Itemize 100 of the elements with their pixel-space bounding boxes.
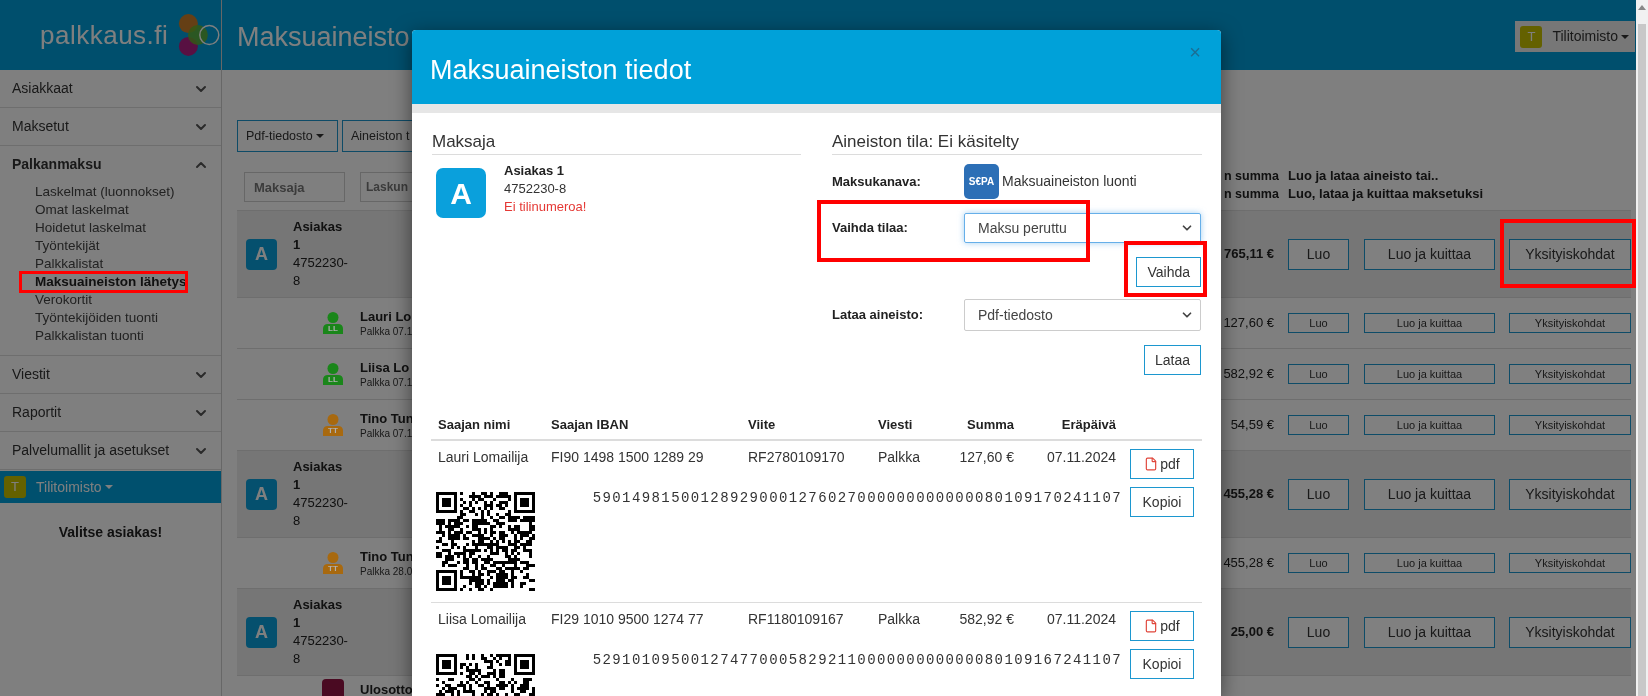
column-header: Saajan nimi (438, 417, 511, 433)
status-select[interactable]: Maksu peruttu (964, 213, 1201, 243)
action-button[interactable]: Yksityiskohdat (1509, 553, 1631, 573)
payment-detail: Palkka 07.1 (360, 324, 412, 339)
column-header: n summa (1224, 186, 1279, 203)
person-icon (323, 363, 343, 385)
action-button[interactable]: Luo (1288, 313, 1349, 333)
action-button[interactable]: Luo (1288, 553, 1349, 573)
sidebar-section[interactable]: Viestit (0, 356, 221, 393)
account-menu-button[interactable]: Tilitoimisto (1552, 26, 1629, 47)
action-button[interactable]: Luo ja kuittaa (1364, 553, 1495, 573)
table-cell: 127,60 € (959, 449, 1014, 465)
account-menu-button[interactable]: Tilitoimisto (36, 476, 113, 498)
payer-name: Asiakas 1 (504, 162, 565, 180)
caret-icon (1621, 34, 1629, 39)
column-header: Saajan IBAN (551, 417, 629, 433)
table-cell: FI90 1498 1500 1289 29 (551, 449, 704, 465)
amount-text: 765,11 € (1223, 245, 1274, 264)
initials: TT (327, 564, 339, 573)
sidebar-section[interactable]: Raportit (0, 394, 221, 431)
logo-text: palkkaus.fi (40, 18, 169, 52)
sidebar-section[interactable]: Asiakkaat (0, 70, 221, 107)
format-select[interactable]: Pdf-tiedosto (964, 299, 1201, 331)
filter-field[interactable]: Maksaja (244, 172, 345, 202)
barcode-number: 590149815001289290001276027000000000000080109170241107 (592, 490, 1122, 506)
sidebar-link[interactable]: Hoidetut laskelmat (35, 219, 221, 237)
action-button[interactable]: Yksityiskohdat (1509, 478, 1631, 510)
action-button[interactable]: Yksityiskohdat (1509, 238, 1631, 270)
initials: LL (327, 324, 339, 333)
customer-id: 4752230-8 (293, 494, 349, 530)
action-button[interactable]: Luo (1288, 364, 1349, 384)
customer-name: Asiakas 1 (293, 458, 344, 494)
employee-name: Lauri Lo (360, 307, 412, 325)
channel-value: Maksuaineiston luonti (1002, 172, 1137, 191)
customer-id: 4752230-8 (293, 254, 349, 290)
pdf-button[interactable]: pdf (1130, 449, 1194, 479)
action-button[interactable]: Luo ja kuittaa (1364, 478, 1495, 510)
action-button[interactable]: Luo ja kuittaa (1364, 364, 1495, 384)
amount-text: 455,28 € (1222, 554, 1274, 573)
sidebar-section[interactable]: Palvelumallit ja asetukset (0, 432, 221, 469)
employee-name: Liisa Lo (360, 358, 411, 376)
sidebar-link[interactable]: Laskelmat (luonnokset) (35, 183, 221, 201)
column-header: n summa (1224, 168, 1279, 185)
sidebar-link[interactable]: Verokortit (35, 291, 221, 309)
table-cell: Lauri Lomailija (438, 449, 529, 465)
sidebar-link[interactable]: Työntekijöiden tuonti (35, 309, 221, 327)
scrollbar-thumb[interactable] (1638, 24, 1646, 696)
table-cell: 07.11.2024 (1046, 611, 1116, 627)
sepa-logo: S€PA (964, 164, 999, 199)
table-cell: RF2780109170 (748, 449, 845, 465)
barcode-number: 529101095001274770005829211000000000000080109167241107 (592, 652, 1122, 668)
sidebar-link[interactable]: Palkkalistan tuonti (35, 327, 221, 345)
table-cell: FI29 1010 9500 1274 77 (551, 611, 704, 627)
action-button[interactable]: Luo (1288, 415, 1349, 435)
action-button[interactable]: Luo (1288, 478, 1349, 510)
action-button[interactable]: Luo ja kuittaa (1364, 415, 1495, 435)
payment-detail: Palkka 28.0 (360, 564, 412, 579)
table-cell: 07.11.2024 (1046, 449, 1116, 465)
caret-icon (104, 485, 113, 489)
action-button[interactable]: Yksityiskohdat (1509, 616, 1631, 648)
person-icon (323, 312, 343, 334)
customer-avatar: A (246, 478, 277, 510)
pdf-button[interactable]: pdf (1130, 611, 1194, 641)
sidebar-link[interactable]: Maksuaineiston lähetys (35, 273, 221, 291)
row-label: Ulosotto (360, 681, 412, 696)
column-header: Summa (967, 417, 1014, 433)
action-button[interactable]: Yksityiskohdat (1509, 364, 1631, 384)
action-button[interactable]: Luo ja kuittaa (1364, 616, 1495, 648)
table-cell: Liisa Lomailija (438, 611, 526, 627)
customer-avatar: A (246, 616, 277, 648)
action-button[interactable]: Luo (1288, 616, 1349, 648)
warning-text: Ei tilinumeroa! (504, 198, 587, 216)
scroll-up-arrow-icon[interactable] (1638, 5, 1646, 10)
field-label: Lataa aineisto: (832, 306, 925, 325)
amount-text: 455,28 € (1222, 485, 1274, 504)
action-button[interactable]: Yksityiskohdat (1509, 313, 1631, 333)
sidebar-link[interactable]: Omat laskelmat (35, 201, 221, 219)
table-cell: Palkka (878, 449, 921, 465)
person-icon (323, 414, 343, 436)
copy-button[interactable]: Kopioi (1130, 487, 1194, 517)
column-header: Viite (748, 417, 776, 433)
copy-button[interactable]: Kopioi (1130, 649, 1194, 679)
sidebar-section[interactable]: Palkanmaksu (0, 146, 221, 183)
initials: LL (327, 375, 339, 384)
payment-detail: Palkka 07.1 (360, 426, 412, 441)
action-button[interactable]: Yksityiskohdat (1509, 415, 1631, 435)
sidebar-link[interactable]: Työntekijät (35, 237, 221, 255)
employee-name: Tino Tun (360, 409, 412, 427)
action-button[interactable]: Luo (1288, 238, 1349, 270)
action-button[interactable]: Luo ja kuittaa (1364, 238, 1495, 270)
prompt-text: Valitse asiakas! (57, 523, 164, 542)
toolbar-button[interactable]: Pdf-tiedosto (237, 120, 338, 152)
action-button[interactable]: Luo ja kuittaa (1364, 313, 1495, 333)
sidebar-section[interactable]: Maksetut (0, 108, 221, 145)
payer-id: 4752230-8 (504, 180, 568, 198)
change-button[interactable]: Vaihda (1136, 257, 1201, 287)
download-button[interactable]: Lataa (1143, 345, 1201, 375)
document-icon (1144, 457, 1159, 471)
customer-name: Asiakas 1 (293, 218, 344, 254)
sidebar-link[interactable]: Palkkalistat (35, 255, 221, 273)
